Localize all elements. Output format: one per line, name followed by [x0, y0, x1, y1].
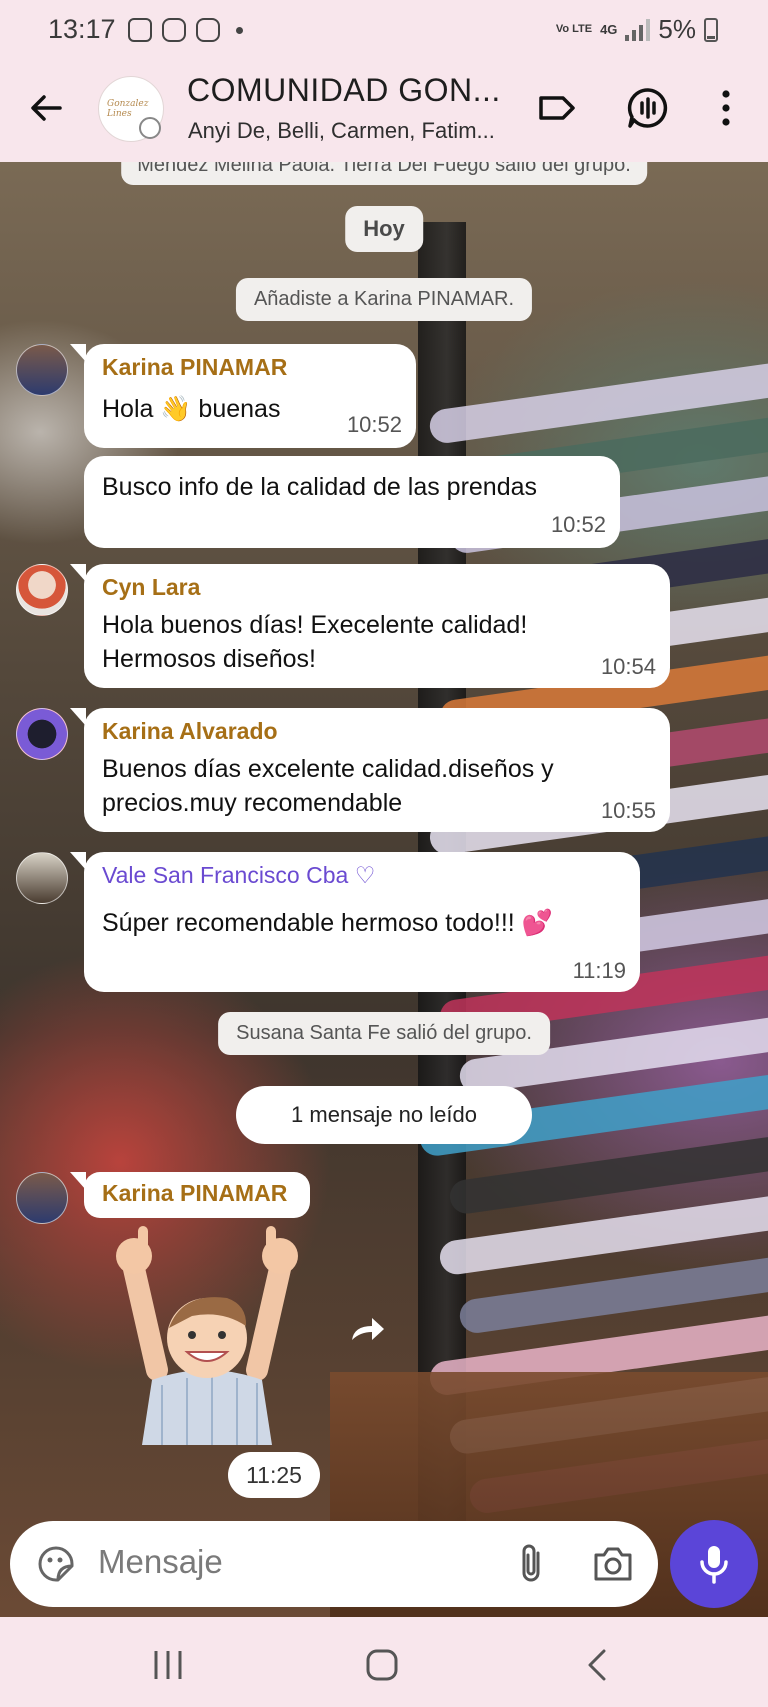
message-sender: Vale San Francisco Cba ♡ — [102, 862, 376, 888]
message-text-line: Hola buenos días! Execelente calidad! — [102, 611, 528, 639]
system-navigation-bar — [0, 1617, 768, 1707]
signal-icon — [625, 18, 651, 41]
system-message: Mendez Melina Paola. Tierra Del Fuego sa… — [121, 162, 647, 185]
day-separator: Hoy — [345, 206, 423, 252]
status-indicators: Vo LTE 4G 5% — [556, 14, 718, 45]
disappearing-timer-icon — [139, 117, 161, 139]
message-sender: Cyn Lara — [102, 574, 201, 600]
message-sender: Karina PINAMAR — [102, 354, 288, 380]
message-time: 10:52 — [550, 512, 606, 537]
voice-chat-icon[interactable] — [624, 84, 672, 132]
battery-icon — [704, 17, 718, 42]
voice-record-button[interactable] — [670, 1520, 758, 1608]
recent-apps-icon[interactable] — [148, 1647, 188, 1683]
message-time: 10:54 — [600, 654, 656, 679]
instagram-icon — [196, 18, 220, 42]
home-icon[interactable] — [362, 1647, 402, 1683]
message-time: 10:55 — [600, 798, 656, 823]
chat-area[interactable]: Mendez Melina Paola. Tierra Del Fuego sa… — [0, 162, 768, 1617]
group-members[interactable]: Anyi De, Belli, Carmen, Fatim... — [188, 118, 495, 144]
group-logo: Gonzalez Lines — [107, 99, 149, 119]
message-bubble[interactable]: Vale San Francisco Cba ♡ Súper recomenda… — [70, 852, 640, 992]
message-text-line: Buenos días excelente calidad.diseños y — [102, 755, 554, 783]
message-time: 11:25 — [228, 1452, 320, 1498]
system-message: Añadiste a Karina PINAMAR. — [235, 278, 533, 321]
message-time: 11:19 — [572, 958, 626, 983]
message-bubble[interactable]: Busco info de la calidad de las prendas … — [84, 456, 620, 548]
back-icon[interactable] — [578, 1647, 618, 1683]
status-time: 13:17 — [48, 14, 116, 44]
chat-header: Gonzalez Lines COMUNIDAD GON... Anyi De,… — [0, 58, 768, 162]
system-message: Susana Santa Fe salió del grupo. — [218, 1012, 550, 1055]
sender-avatar[interactable] — [16, 344, 68, 396]
sticker-sender-label: Karina PINAMAR — [70, 1172, 310, 1218]
unread-divider: 1 mensaje no leído — [236, 1086, 532, 1144]
message-bubble[interactable]: Cyn Lara Hola buenos días! Execelente ca… — [70, 564, 670, 688]
message-sender: Karina PINAMAR — [102, 1180, 288, 1206]
sticker-icon[interactable] — [34, 1542, 78, 1586]
camera-icon[interactable] — [590, 1541, 636, 1587]
message-text-line: precios.muy recomendable — [102, 789, 403, 817]
sender-avatar[interactable] — [16, 708, 68, 760]
battery-percent: 5% — [658, 14, 696, 44]
sender-avatar[interactable] — [16, 852, 68, 904]
message-composer[interactable]: Mensaje — [10, 1521, 658, 1607]
share-forward-icon[interactable] — [348, 1314, 388, 1344]
message-sender: Karina Alvarado — [102, 718, 278, 744]
message-text: Busco info de la calidad de las prendas — [102, 473, 538, 501]
microphone-icon — [700, 1546, 728, 1584]
message-input[interactable]: Mensaje — [98, 1543, 223, 1581]
sticker-image[interactable] — [112, 1220, 302, 1445]
instagram-icon — [162, 18, 186, 42]
more-notifications-icon — [236, 26, 243, 34]
attachment-icon[interactable] — [508, 1541, 554, 1587]
sender-avatar[interactable] — [16, 1172, 68, 1224]
message-bubble[interactable]: Karina PINAMAR Hola 👋 buenas 10:52 — [70, 344, 416, 448]
volte-icon: Vo LTE — [555, 23, 593, 35]
message-text: Hola 👋 buenas — [102, 395, 281, 423]
message-time: 10:52 — [346, 412, 402, 437]
more-options-icon[interactable] — [702, 84, 750, 132]
message-text-line: Hermosos diseños! — [102, 645, 316, 673]
notification-icons — [128, 18, 243, 42]
calendar-icon — [128, 18, 152, 42]
back-arrow-icon[interactable] — [26, 88, 66, 128]
network-type: 4G — [600, 22, 618, 37]
message-bubble[interactable]: Karina Alvarado Buenos días excelente ca… — [70, 708, 670, 832]
sender-avatar[interactable] — [16, 564, 68, 616]
status-bar: 13:17 Vo LTE 4G 5% — [0, 0, 768, 58]
group-avatar[interactable]: Gonzalez Lines — [98, 76, 164, 142]
label-icon[interactable] — [533, 84, 581, 132]
message-text: Súper recomendable hermoso todo!!! 💕 — [102, 909, 553, 937]
group-title[interactable]: COMUNIDAD GON... — [187, 72, 501, 109]
